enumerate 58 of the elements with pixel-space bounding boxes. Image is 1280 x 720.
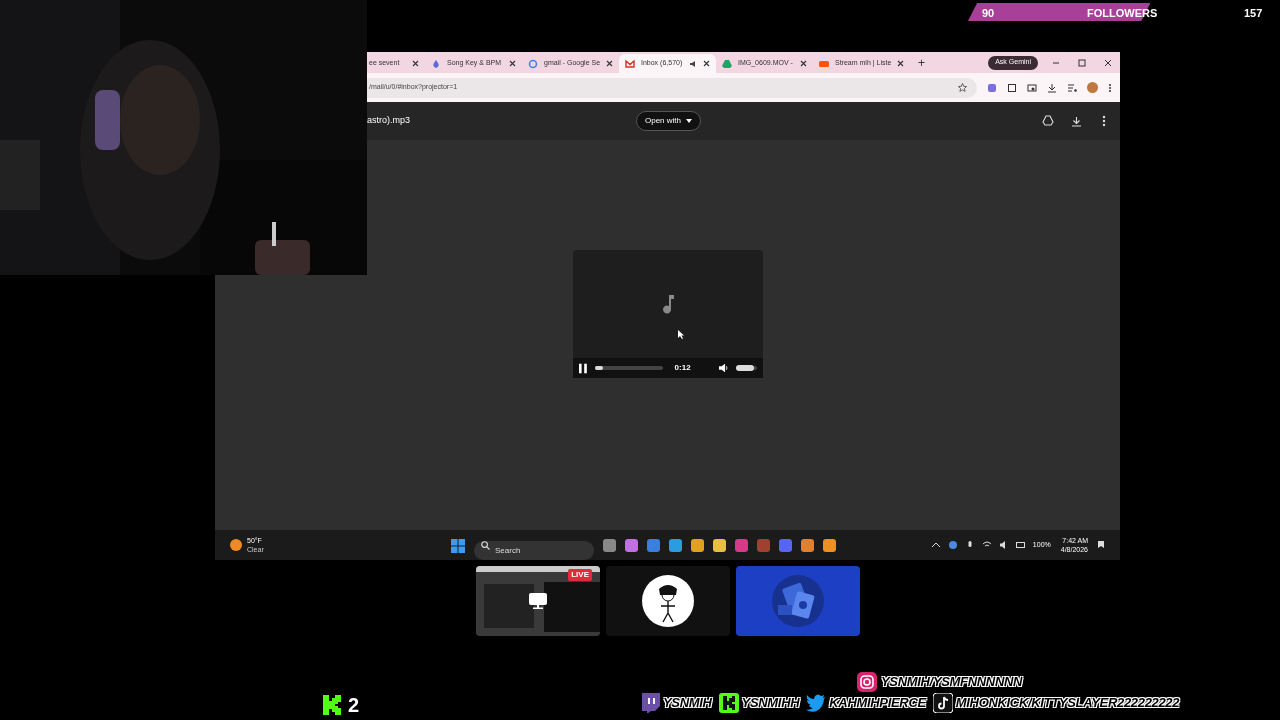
tab-favicon-icon [528, 58, 538, 69]
taskbar-search-field[interactable]: Search [474, 541, 594, 560]
tab-favicon-icon [722, 58, 732, 69]
social-handle: YSNMIHH [741, 694, 800, 713]
media-icon[interactable] [1067, 82, 1077, 93]
scene-thumbnail[interactable] [606, 566, 730, 636]
kick-logo-icon [323, 695, 341, 715]
close-icon[interactable] [606, 60, 614, 67]
cast-icon[interactable] [1027, 82, 1037, 93]
chevron-up-icon[interactable] [930, 540, 941, 550]
volume-icon[interactable] [718, 363, 729, 373]
scene-thumbnail[interactable] [736, 566, 860, 636]
live-badge: LIVE [568, 569, 592, 581]
kick-viewer-count: 2 [348, 693, 360, 718]
social-handle: KAHMIHPIERCE [829, 694, 926, 713]
twitter-logo-icon [806, 693, 827, 713]
open-with-button[interactable]: Open with [636, 111, 702, 131]
time-elapsed: 0:12 [674, 362, 691, 374]
social-handle: YSNMIH [663, 694, 712, 713]
extension-icon[interactable] [987, 82, 997, 93]
twitch-logo-icon [640, 693, 660, 713]
kick-logo-icon [718, 693, 739, 713]
close-icon[interactable] [800, 60, 807, 67]
file-name: astro).mp3 [367, 114, 411, 128]
follower-goal: 157 [1244, 6, 1263, 21]
tab-favicon-icon [625, 58, 635, 69]
close-icon[interactable] [703, 60, 710, 67]
music-note-icon [661, 294, 675, 314]
more-icon[interactable] [1102, 115, 1106, 127]
start-icon[interactable] [451, 538, 465, 553]
follower-count: 90 [982, 6, 995, 21]
tab-favicon-icon [819, 58, 829, 69]
menu-icon[interactable] [1108, 82, 1112, 93]
instagram-logo-icon [857, 672, 877, 692]
profile-avatar-icon[interactable] [1087, 82, 1098, 93]
stick-figure-avatar-icon [642, 575, 694, 627]
scene-thumbnail[interactable]: LIVE [476, 566, 600, 636]
close-icon[interactable] [509, 60, 516, 67]
new-tab-button[interactable]: + [918, 56, 925, 69]
social-handle: MIHONKICK/KITTYSLAYER222222222 [955, 694, 1180, 713]
pause-icon[interactable] [579, 362, 587, 374]
close-icon[interactable] [897, 60, 905, 67]
download-icon[interactable] [1047, 82, 1057, 93]
search-icon [481, 541, 490, 550]
tab-favicon-icon [431, 58, 441, 69]
close-icon[interactable] [412, 60, 419, 67]
tiktok-logo-icon [932, 693, 953, 713]
mouse-cursor-icon [678, 330, 684, 339]
social-handle: YSNMIH/YSMFNNNNNN [881, 673, 1023, 692]
seek-bar[interactable] [594, 366, 663, 370]
speaker-icon [689, 59, 697, 68]
monitor-icon [529, 593, 547, 609]
volume-slider[interactable] [736, 366, 757, 370]
close-icon[interactable] [1104, 58, 1112, 67]
star-icon[interactable] [958, 83, 967, 92]
caret-icon [686, 119, 693, 123]
battery-icon[interactable] [1015, 540, 1026, 550]
maximize-icon[interactable] [1078, 58, 1086, 67]
